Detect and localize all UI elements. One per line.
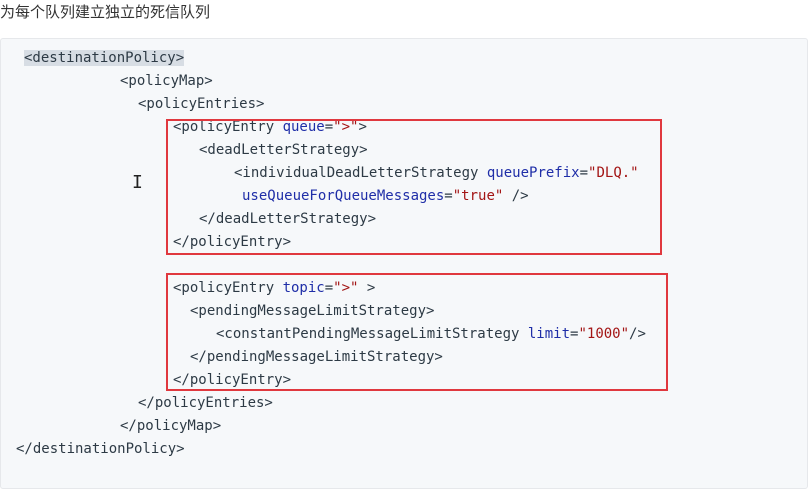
code-line: </policyEntries> xyxy=(138,395,273,411)
highlight-box-topic-entry xyxy=(166,273,668,391)
text-cursor-icon: I xyxy=(132,172,143,193)
code-line: </destinationPolicy> xyxy=(16,441,185,457)
code-line: <policyMap> xyxy=(120,73,213,89)
selected-tag: <destinationPolicy> xyxy=(24,50,185,66)
highlight-box-queue-entry xyxy=(166,119,662,255)
code-line: <policyEntries> xyxy=(138,96,265,112)
page-heading: 为每个队列建立独立的死信队列 xyxy=(0,3,211,21)
code-line: <destinationPolicy> xyxy=(24,47,185,69)
code-line: </policyMap> xyxy=(120,418,222,434)
